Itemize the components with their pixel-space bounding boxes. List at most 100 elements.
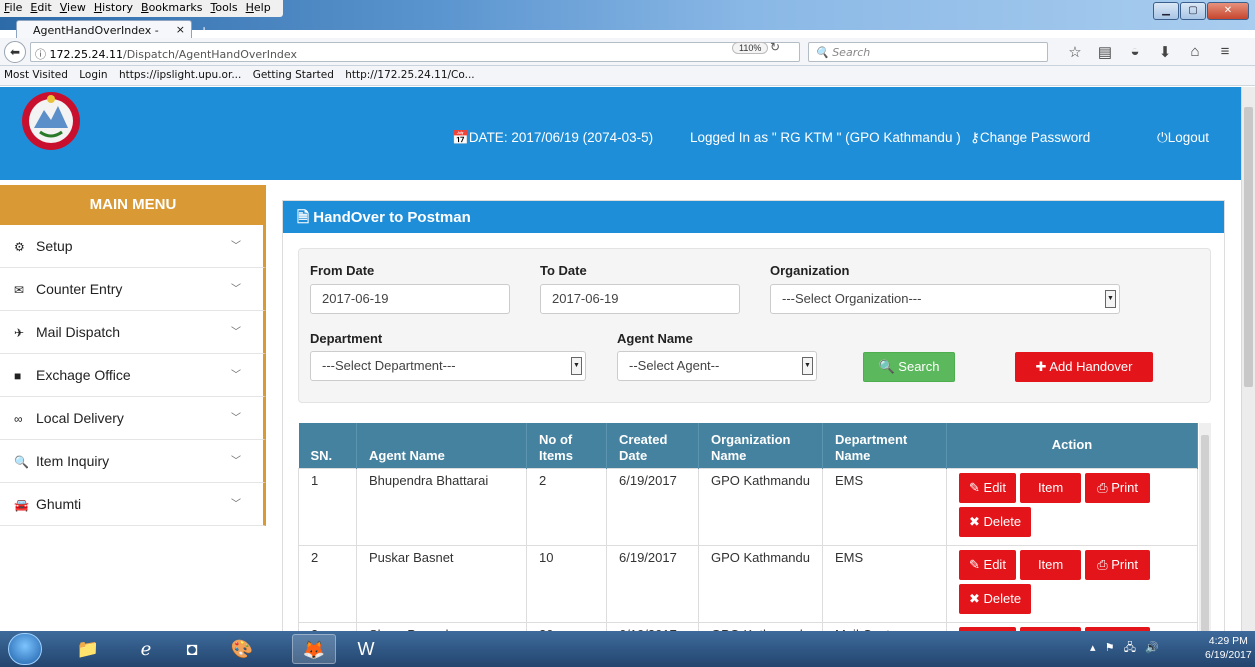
department-select-value: ---Select Department--- bbox=[322, 358, 456, 373]
sidebar-item-label: Exchage Office bbox=[36, 367, 131, 383]
cell-items: 20 bbox=[526, 621, 607, 631]
item-button[interactable]: Item bbox=[1019, 472, 1082, 503]
to-date-input[interactable]: 2017-06-19 bbox=[540, 284, 740, 314]
sidebar-item-counter-entry[interactable]: ✉ Counter Entry ﹀ bbox=[0, 268, 266, 311]
col-created-date: Created Date bbox=[606, 423, 699, 468]
chevron-down-icon: ﹀ bbox=[231, 456, 241, 467]
add-handover-button[interactable]: ✚ Add Handover bbox=[1015, 352, 1153, 382]
hamburger-menu-icon[interactable]: ≡ bbox=[1210, 43, 1240, 61]
menu-tools[interactable]: Tools bbox=[210, 1, 237, 16]
from-date-input[interactable]: 2017-06-19 bbox=[310, 284, 510, 314]
cell-date: 6/19/2017 bbox=[606, 621, 699, 631]
sidebar-item-mail-dispatch[interactable]: ✈ Mail Dispatch ﹀ bbox=[0, 311, 266, 354]
internet-explorer-icon[interactable]: ℯ bbox=[124, 634, 168, 664]
home-icon[interactable]: ⌂ bbox=[1180, 43, 1210, 61]
word-icon[interactable]: W bbox=[344, 634, 388, 664]
back-arrow-icon[interactable]: ⬅ bbox=[4, 41, 26, 63]
windows-taskbar: 📁 ℯ ◘ 🎨 🦊 W ▴ ⚑ 🖧 🔊 4:29 PM 6/19/2017 bbox=[0, 631, 1255, 667]
bookmark-most-visited[interactable]: Most Visited bbox=[4, 69, 68, 81]
reload-icon[interactable]: ↻ bbox=[770, 40, 780, 54]
firefox-icon[interactable]: 🦊 bbox=[292, 634, 336, 664]
edit-button[interactable]: ✎ Edit bbox=[959, 472, 1016, 503]
info-icon[interactable]: ⓘ bbox=[35, 48, 46, 61]
download-icon[interactable]: ⬇ bbox=[1150, 43, 1180, 61]
bookmark-getting-started[interactable]: Getting Started bbox=[253, 69, 334, 81]
menu-help[interactable]: Help bbox=[246, 1, 271, 16]
page-scroll-thumb[interactable] bbox=[1244, 107, 1253, 387]
paint-icon[interactable]: 🎨 bbox=[220, 634, 264, 664]
menu-history[interactable]: History bbox=[94, 1, 133, 16]
add-handover-label: Add Handover bbox=[1049, 359, 1133, 374]
new-tab-button[interactable]: + bbox=[200, 22, 208, 38]
table-header-row: SN. Agent Name No of Items Created Date … bbox=[298, 423, 1198, 468]
cell-actions: ✎ EditItem⎙ Print bbox=[946, 621, 1198, 631]
taskbar-clock[interactable]: 4:29 PM 6/19/2017 bbox=[1205, 634, 1252, 662]
flag-icon[interactable]: ⚑ bbox=[1105, 642, 1115, 654]
envelope-icon: ✉ bbox=[14, 283, 25, 297]
bookmark-local-server[interactable]: http://172.25.24.11/Co... bbox=[345, 69, 474, 81]
item-button[interactable]: Item bbox=[1019, 549, 1082, 580]
toolbar-icons: ☆ ▤ ◒ ⬇ ⌂ ≡ bbox=[1060, 43, 1240, 61]
logout-link[interactable]: ⏻Logout bbox=[1157, 130, 1209, 146]
search-button[interactable]: 🔍 Search bbox=[863, 352, 955, 382]
reading-list-icon[interactable]: ▤ bbox=[1090, 43, 1120, 61]
table-row: 2 Puskar Basnet 10 6/19/2017 GPO Kathman… bbox=[298, 544, 1198, 623]
menu-view[interactable]: View bbox=[60, 1, 86, 16]
sidebar-item-item-inquiry[interactable]: 🔍 Item Inquiry ﹀ bbox=[0, 440, 266, 483]
panel-header: 🗎 HandOver to Postman bbox=[283, 201, 1224, 233]
bookmarks-toolbar: Most Visited Login https://ipslight.upu.… bbox=[0, 66, 1255, 86]
network-icon[interactable]: 🖧 bbox=[1124, 642, 1136, 654]
delete-button[interactable]: ✖ Delete bbox=[959, 506, 1032, 537]
menu-edit[interactable]: Edit bbox=[30, 1, 51, 16]
document-icon: 🗎 bbox=[297, 209, 310, 226]
tab-close-icon[interactable]: × bbox=[176, 23, 185, 36]
sidebar-item-setup[interactable]: ⚙ Setup ﹀ bbox=[0, 225, 266, 268]
clock-time: 4:29 PM bbox=[1208, 635, 1248, 647]
start-button[interactable] bbox=[8, 633, 42, 665]
edit-label: Edit bbox=[983, 556, 1006, 572]
pocket-icon[interactable]: ◒ bbox=[1120, 43, 1150, 61]
change-password-link[interactable]: ⚷Change Password bbox=[970, 130, 1090, 146]
menu-file[interactable]: File bbox=[4, 1, 22, 16]
search-icon: 🔍 bbox=[878, 359, 895, 374]
bookmark-star-icon[interactable]: ☆ bbox=[1060, 43, 1090, 61]
show-hidden-icons-icon[interactable]: ▴ bbox=[1090, 642, 1096, 654]
panel-title: HandOver to Postman bbox=[313, 209, 471, 226]
sidebar-item-exchange-office[interactable]: ■ Exchage Office ﹀ bbox=[0, 354, 266, 397]
sidebar: MAIN MENU ⚙ Setup ﹀ ✉ Counter Entry ﹀ ✈ Mail … bbox=[0, 185, 266, 526]
print-button[interactable]: ⎙ Print bbox=[1085, 472, 1150, 503]
sidebar-item-ghumti[interactable]: 🚘 Ghumti ﹀ bbox=[0, 483, 266, 526]
navigation-toolbar: ⬅ ⓘ 172.25.24.11/Dispatch/AgentHandOverI… bbox=[0, 38, 1255, 66]
print-button[interactable]: ⎙ Print bbox=[1085, 549, 1150, 580]
table-scrollbar[interactable] bbox=[1199, 423, 1211, 631]
outlook-icon[interactable]: ◘ bbox=[170, 634, 214, 664]
file-explorer-icon[interactable]: 📁 bbox=[66, 634, 110, 664]
sidebar-item-local-delivery[interactable]: ∞ Local Delivery ﹀ bbox=[0, 397, 266, 440]
bookmark-ipslight[interactable]: https://ipslight.upu.or... bbox=[119, 69, 241, 81]
search-icon: 🔍 bbox=[14, 455, 29, 469]
cell-agent: Bhupendra Bhattarai bbox=[356, 467, 527, 546]
dropdown-arrow-icon: ▼ bbox=[802, 357, 813, 375]
main-menu-title: MAIN MENU bbox=[0, 185, 266, 225]
agent-select[interactable]: --Select Agent-- ▼ bbox=[617, 351, 817, 381]
menu-bookmarks[interactable]: Bookmarks bbox=[141, 1, 202, 16]
bookmark-login[interactable]: Login bbox=[79, 69, 107, 81]
url-bar[interactable]: ⓘ 172.25.24.11/Dispatch/AgentHandOverInd… bbox=[30, 42, 800, 62]
browser-tab[interactable]: AgentHandOverIndex - Hulal × bbox=[16, 20, 192, 50]
zoom-indicator[interactable]: 110% bbox=[732, 42, 769, 54]
handover-table: SN. Agent Name No of Items Created Date … bbox=[298, 423, 1198, 631]
volume-icon[interactable]: 🔊 bbox=[1145, 642, 1159, 654]
table-scroll-thumb[interactable] bbox=[1201, 435, 1209, 631]
page-scrollbar[interactable] bbox=[1241, 87, 1255, 631]
edit-button[interactable]: ✎ Edit bbox=[959, 549, 1016, 580]
delete-button[interactable]: ✖ Delete bbox=[959, 583, 1032, 614]
handover-panel: 🗎 HandOver to Postman From Date 2017-06-… bbox=[282, 200, 1225, 631]
department-select[interactable]: ---Select Department--- ▼ bbox=[310, 351, 586, 381]
search-input[interactable]: 🔍 Search bbox=[808, 42, 1048, 62]
organization-select[interactable]: ---Select Organization--- ▼ bbox=[770, 284, 1120, 314]
col-sn: SN. bbox=[298, 423, 357, 468]
cell-actions: ✎ Edit Item ⎙ Print ✖ Delete bbox=[946, 544, 1198, 623]
col-department-name: Department Name bbox=[822, 423, 947, 468]
cell-org: GPO Kathmandu bbox=[698, 544, 823, 623]
nepal-emblem-logo bbox=[22, 92, 80, 150]
